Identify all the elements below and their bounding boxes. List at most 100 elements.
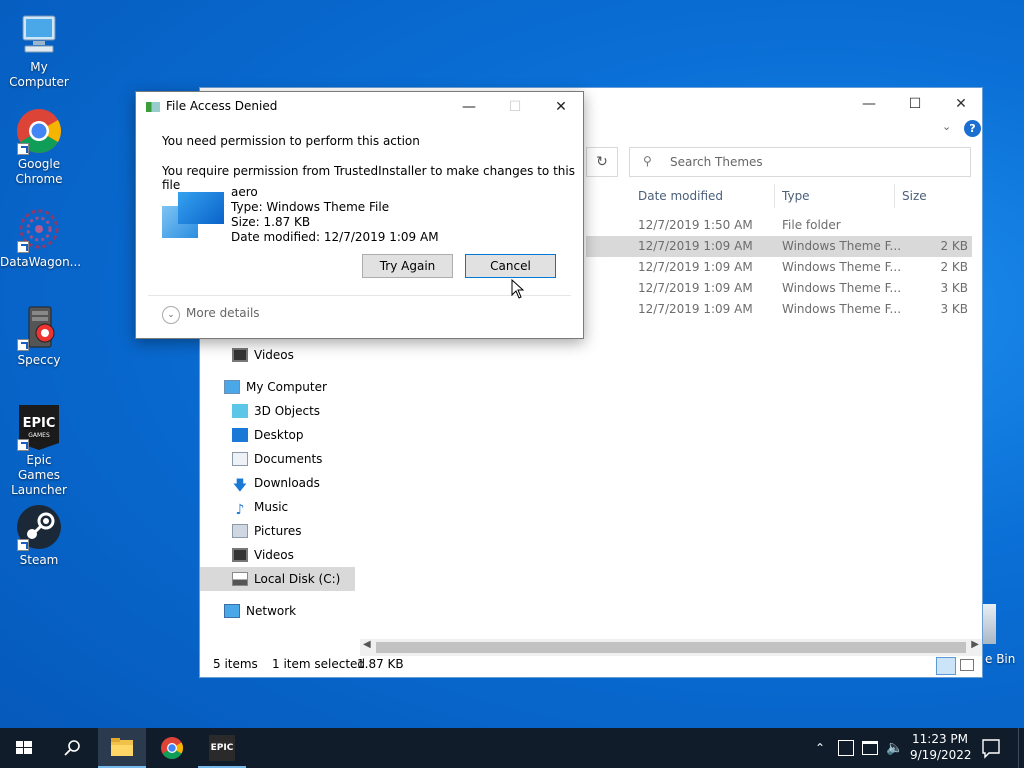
taskbar-chrome[interactable]: [148, 728, 196, 768]
shortcut-arrow-icon: [17, 143, 29, 155]
computer-icon: [15, 10, 63, 58]
desktop-icon-label: Steam: [19, 553, 59, 567]
dialog-minimize-button[interactable]: —: [446, 93, 492, 121]
maximize-button[interactable]: ☐: [892, 92, 938, 116]
desktop-icon-datawagon[interactable]: DataWagon...: [0, 205, 81, 270]
shortcut-arrow-icon: [17, 539, 29, 551]
desktop-icon-my-computer[interactable]: My Computer: [0, 10, 78, 90]
security-icon[interactable]: [838, 740, 854, 756]
nav-item-network[interactable]: Network: [224, 599, 296, 623]
desktop-icon-speccy[interactable]: Speccy: [0, 303, 78, 368]
search-input[interactable]: Search Themes: [629, 147, 971, 177]
desktop-icon-recycle-bin[interactable]: e Bin: [980, 604, 1024, 666]
nav-label: Music: [254, 500, 289, 514]
scrollbar-thumb[interactable]: [376, 642, 966, 653]
search-icon: ⚲: [643, 154, 652, 168]
dialog-divider: [148, 295, 571, 296]
search-icon: [64, 740, 80, 756]
show-desktop-button[interactable]: [1018, 728, 1024, 768]
nav-item-videos-2[interactable]: Videos: [232, 543, 294, 567]
large-icons-view-icon[interactable]: [960, 659, 974, 671]
3d-objects-icon: [232, 404, 248, 418]
theme-file-icon: [162, 192, 224, 238]
row-type: Windows Theme F...: [782, 281, 902, 295]
file-row[interactable]: 12/7/2019 1:09 AM Windows Theme F... 2 K…: [586, 236, 972, 257]
desktop-icon: [232, 428, 248, 442]
scroll-left-icon[interactable]: ◀: [363, 639, 371, 650]
notification-icon: [982, 739, 1000, 759]
nav-item-pictures[interactable]: Pictures: [232, 519, 302, 543]
file-row[interactable]: 12/7/2019 1:09 AM Windows Theme F... 3 K…: [586, 299, 972, 320]
minimize-button[interactable]: —: [846, 92, 892, 116]
clock[interactable]: 11:23 PM 9/19/2022: [910, 728, 972, 768]
videos-icon: [232, 548, 248, 562]
tray-overflow-icon[interactable]: ⌃: [815, 728, 825, 768]
row-type: Windows Theme F...: [782, 302, 902, 316]
row-date: 12/7/2019 1:50 AM: [638, 218, 753, 232]
network-icon[interactable]: [862, 741, 878, 755]
desktop-icon-epic-games[interactable]: EPIC GAMES Epic Games Launcher: [0, 403, 78, 498]
file-row[interactable]: 12/7/2019 1:09 AM Windows Theme F... 2 K…: [586, 257, 972, 278]
svg-text:GAMES: GAMES: [28, 432, 50, 439]
search-button[interactable]: [48, 728, 96, 768]
file-size: Size: 1.87 KB: [231, 215, 311, 229]
dialog-heading: You need permission to perform this acti…: [162, 134, 420, 148]
horizontal-scrollbar[interactable]: ◀ ▶: [360, 639, 982, 656]
dialog-close-button[interactable]: ✕: [538, 93, 584, 121]
status-selection: 1 item selected: [272, 657, 366, 671]
desktop-icon-chrome[interactable]: Google Chrome: [0, 107, 78, 187]
nav-item-3d-objects[interactable]: 3D Objects: [232, 399, 320, 423]
nav-item-music[interactable]: ♪ Music: [232, 495, 289, 519]
file-type: Type: Windows Theme File: [231, 200, 390, 214]
file-name: aero: [231, 185, 258, 199]
speccy-icon: [15, 303, 63, 351]
row-size: 3 KB: [940, 302, 968, 316]
dialog-maximize-button: ☐: [508, 99, 522, 115]
scroll-right-icon[interactable]: ▶: [971, 639, 979, 650]
file-row[interactable]: 12/7/2019 1:50 AM File folder: [586, 215, 972, 236]
chrome-icon: [161, 737, 183, 759]
taskbar-file-explorer[interactable]: [98, 728, 146, 768]
dialog-app-icon: [146, 102, 160, 112]
nav-label: My Computer: [246, 380, 327, 394]
steam-icon: [15, 503, 63, 551]
svg-text:EPIC: EPIC: [23, 416, 56, 431]
volume-icon[interactable]: 🔈: [886, 728, 903, 768]
desktop-icon-steam[interactable]: Steam: [0, 503, 78, 568]
nav-label: Videos: [254, 548, 294, 562]
notification-center-button[interactable]: [975, 728, 1007, 768]
column-header-date[interactable]: Date modified: [638, 184, 723, 208]
cancel-button[interactable]: Cancel: [465, 254, 556, 278]
nav-item-desktop[interactable]: Desktop: [232, 423, 304, 447]
nav-item-videos[interactable]: Videos: [232, 343, 294, 367]
file-row[interactable]: 12/7/2019 1:09 AM Windows Theme F... 3 K…: [586, 278, 972, 299]
row-date: 12/7/2019 1:09 AM: [638, 239, 753, 253]
dialog-message: You require permission from TrustedInsta…: [162, 164, 575, 192]
column-header-size[interactable]: Size: [902, 184, 927, 208]
taskbar-epic-games[interactable]: EPIC: [198, 728, 246, 768]
datawagon-icon: [15, 205, 63, 253]
details-view-icon[interactable]: [936, 657, 956, 675]
more-details-toggle[interactable]: ⌄ More details: [162, 306, 260, 324]
pictures-icon: [232, 524, 248, 538]
computer-icon: [224, 380, 240, 394]
documents-icon: [232, 452, 248, 466]
nav-label: Videos: [254, 348, 294, 362]
nav-item-local-disk[interactable]: Local Disk (C:): [200, 567, 355, 591]
nav-item-documents[interactable]: Documents: [232, 447, 322, 471]
clock-time: 11:23 PM: [912, 732, 968, 746]
nav-item-downloads[interactable]: 🡇 Downloads: [232, 471, 320, 495]
close-button[interactable]: ✕: [938, 92, 984, 116]
column-header-type[interactable]: Type: [782, 184, 810, 208]
row-date: 12/7/2019 1:09 AM: [638, 302, 753, 316]
start-button[interactable]: [0, 728, 48, 768]
file-modified: Date modified: 12/7/2019 1:09 AM: [231, 230, 439, 244]
help-icon[interactable]: ?: [964, 120, 981, 137]
column-divider: [774, 184, 775, 208]
ribbon-expand-icon[interactable]: ⌄: [942, 120, 951, 133]
try-again-button[interactable]: Try Again: [362, 254, 453, 278]
clock-date: 9/19/2022: [910, 748, 972, 762]
nav-item-my-computer[interactable]: My Computer: [224, 375, 327, 399]
status-size: 1.87 KB: [357, 657, 404, 671]
refresh-button[interactable]: ↻: [586, 147, 618, 177]
